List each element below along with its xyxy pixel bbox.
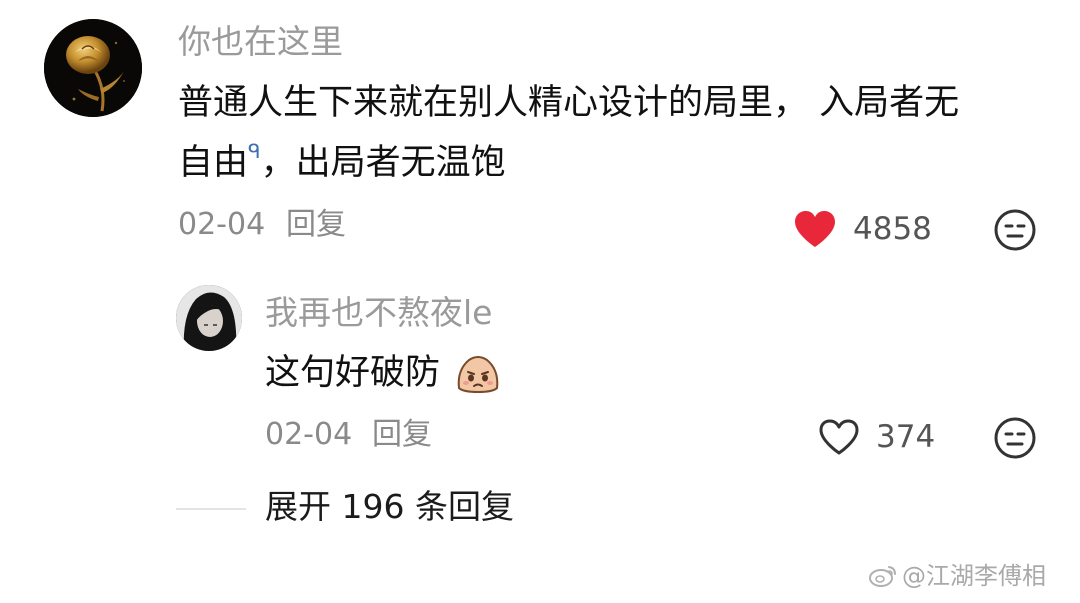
heart-outline-icon[interactable]: [817, 417, 861, 461]
watermark-text: @江湖李傅相: [902, 562, 1046, 590]
comment-thread: 你也在这里 普通人生下来就在别人精心设计的局里， 入局者无 自由ᑫ，出局者无温饱…: [0, 0, 1080, 603]
reply-text-content: 这句好破防: [265, 353, 441, 393]
comment-text-rest: ，出局者无温饱: [260, 143, 506, 183]
reply-reply-button[interactable]: 回复: [372, 420, 432, 450]
like-count: 4858: [853, 211, 932, 247]
search-keyword[interactable]: 自由: [178, 143, 248, 183]
heart-icon[interactable]: [793, 209, 837, 253]
comment-text-line-2: 自由ᑫ，出局者无温饱: [178, 141, 506, 183]
avatar[interactable]: [44, 19, 142, 117]
comment-username[interactable]: 你也在这里: [178, 25, 343, 58]
comment-date: 02-04: [178, 207, 266, 242]
search-link-icon[interactable]: ᑫ: [248, 139, 261, 163]
reply-username[interactable]: 我再也不熬夜le: [265, 296, 492, 329]
rose-avatar-image: [44, 19, 142, 117]
neutral-face-icon[interactable]: [993, 208, 1037, 256]
reply-button[interactable]: 回复: [286, 210, 346, 240]
crying-face-emoji: [455, 352, 501, 398]
reply-date: 02-04: [265, 417, 353, 452]
expand-divider: [176, 508, 246, 510]
reply-like-count: 374: [876, 419, 936, 455]
reply-text: 这句好破防: [265, 356, 440, 391]
watermark: @江湖李傅相: [868, 563, 1046, 591]
comment-text-line-1: 普通人生下来就在别人精心设计的局里， 入局者无: [178, 83, 960, 123]
expand-replies-button[interactable]: 展开 196 条回复: [265, 490, 514, 523]
reply-avatar-image: [176, 285, 242, 351]
reply-avatar[interactable]: [176, 285, 242, 351]
weibo-logo: [868, 563, 898, 591]
neutral-face-icon[interactable]: [993, 416, 1037, 464]
